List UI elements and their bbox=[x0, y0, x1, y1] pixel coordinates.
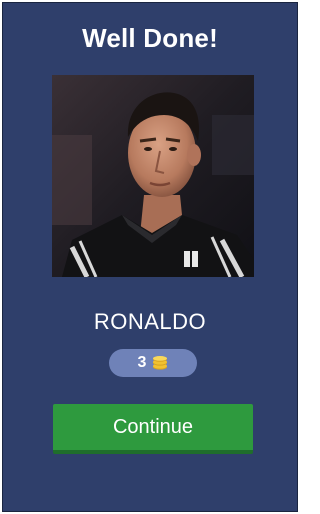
app-screen: Well Done! RONALDO 3 Continue bbox=[2, 2, 298, 512]
player-portrait-image bbox=[52, 75, 254, 277]
coin-reward-badge: 3 bbox=[109, 349, 197, 377]
continue-button[interactable]: Continue bbox=[53, 404, 253, 454]
page-title: Well Done! bbox=[82, 23, 218, 53]
coin-stack-icon bbox=[152, 356, 168, 370]
player-photo bbox=[52, 75, 254, 277]
player-name: RONALDO bbox=[93, 309, 207, 334]
coin-count: 3 bbox=[137, 354, 147, 371]
